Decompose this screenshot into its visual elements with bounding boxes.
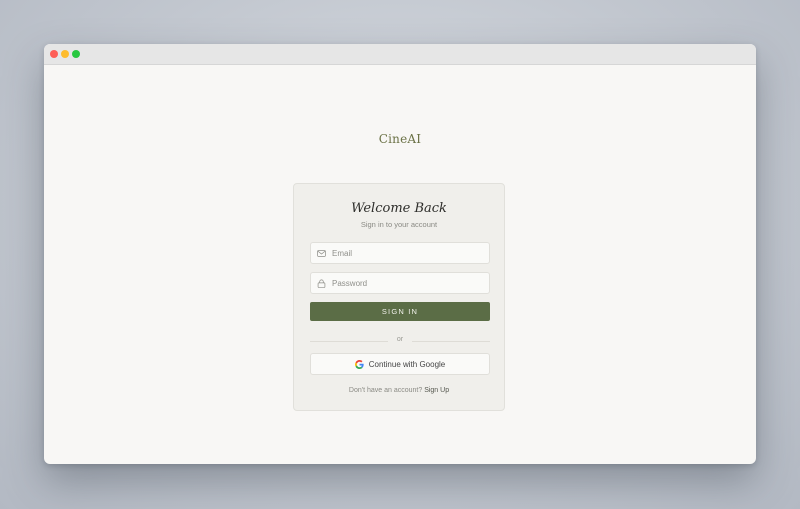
login-subheading: Sign in to your account bbox=[360, 220, 438, 229]
google-signin-label: Continue with Google bbox=[368, 359, 446, 369]
lock-icon bbox=[317, 279, 326, 288]
sign-up-link[interactable]: Sign Up bbox=[424, 387, 449, 394]
login-heading: Welcome Back bbox=[351, 201, 447, 216]
or-divider: or bbox=[310, 336, 490, 346]
window-titlebar bbox=[44, 44, 756, 65]
maximize-window-button[interactable] bbox=[72, 50, 80, 58]
google-signin-button[interactable]: Continue with Google bbox=[310, 353, 490, 375]
signup-prompt-text: Don't have an account? bbox=[348, 387, 423, 394]
sign-in-button[interactable]: SIGN IN bbox=[310, 302, 490, 321]
app-logo: CineAI bbox=[378, 132, 422, 146]
email-field-wrapper bbox=[310, 242, 490, 264]
password-input[interactable] bbox=[332, 273, 482, 293]
signup-prompt: Don't have an account? Sign Up bbox=[294, 387, 504, 394]
browser-window: CineAI Welcome Back Sign in to your acco… bbox=[44, 44, 756, 464]
close-window-button[interactable] bbox=[50, 50, 58, 58]
mail-icon bbox=[317, 250, 326, 257]
password-field-wrapper bbox=[310, 272, 490, 294]
divider-line-right bbox=[412, 341, 490, 342]
google-icon bbox=[354, 359, 364, 369]
email-input[interactable] bbox=[332, 243, 482, 263]
minimize-window-button[interactable] bbox=[61, 50, 69, 58]
login-card: Welcome Back Sign in to your account SIG… bbox=[293, 183, 505, 411]
